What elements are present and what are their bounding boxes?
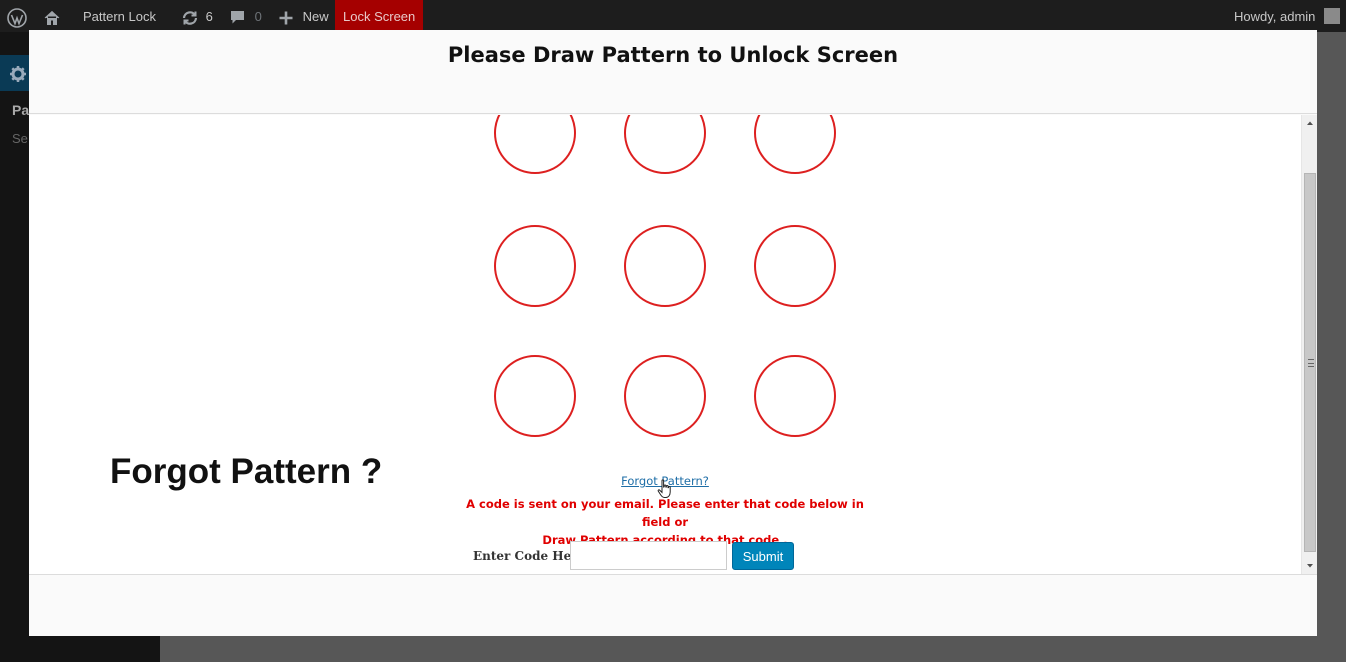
plus-icon [278,9,294,25]
modal-footer [29,574,1317,636]
admin-bar: Pattern Lock 6 0 New Lock Screen Howdy, … [0,0,1346,32]
pattern-dot-5[interactable] [624,225,706,307]
pattern-dot-6[interactable] [754,225,836,307]
new-content-link[interactable]: New [278,0,329,32]
sidebar-sublabel: Se [12,131,28,146]
comments-icon [229,9,246,24]
scroll-down-icon[interactable] [1302,558,1317,574]
site-name-link[interactable]: Pattern Lock [83,0,156,32]
scroll-up-icon[interactable] [1302,115,1317,131]
sidebar-label: Pa [12,102,30,118]
pattern-dot-2[interactable] [624,115,706,174]
scrollbar-grip [1308,359,1314,367]
modal-header: Please Draw Pattern to Unlock Screen [29,30,1317,114]
lock-screen-link[interactable]: Lock Screen [335,0,424,32]
pattern-dot-1[interactable] [494,115,576,174]
pattern-dot-7[interactable] [494,355,576,437]
modal-title: Please Draw Pattern to Unlock Screen [447,43,899,67]
comments-count: 0 [254,9,262,24]
modal-body: Forgot Pattern ? Forgot Pattern? A code … [29,115,1317,574]
lock-screen-modal: Please Draw Pattern to Unlock Screen For… [29,30,1317,636]
pattern-dot-8[interactable] [624,355,706,437]
pattern-dot-9[interactable] [754,355,836,437]
updates-icon [181,9,199,25]
new-label: New [302,9,329,24]
modal-scrollbar[interactable] [1301,115,1317,574]
account-menu[interactable]: Howdy, admin [1234,0,1341,32]
gear-icon [9,65,27,83]
scrollbar-thumb[interactable] [1304,173,1316,552]
updates-link[interactable]: 6 [181,0,213,32]
comments-link[interactable]: 0 [229,0,262,32]
code-input[interactable] [570,541,727,570]
pattern-dot-4[interactable] [494,225,576,307]
updates-count: 6 [205,9,213,24]
avatar-icon [1324,7,1341,24]
wordpress-logo-icon[interactable] [7,0,27,32]
pattern-dot-3[interactable] [754,115,836,174]
greeting-text: Howdy, admin [1234,9,1316,24]
home-icon[interactable] [43,0,61,32]
code-message-line-1: A code is sent on your email. Please ent… [466,497,864,529]
submit-button[interactable]: Submit [732,542,794,570]
code-label: Enter Code Here [473,549,586,563]
